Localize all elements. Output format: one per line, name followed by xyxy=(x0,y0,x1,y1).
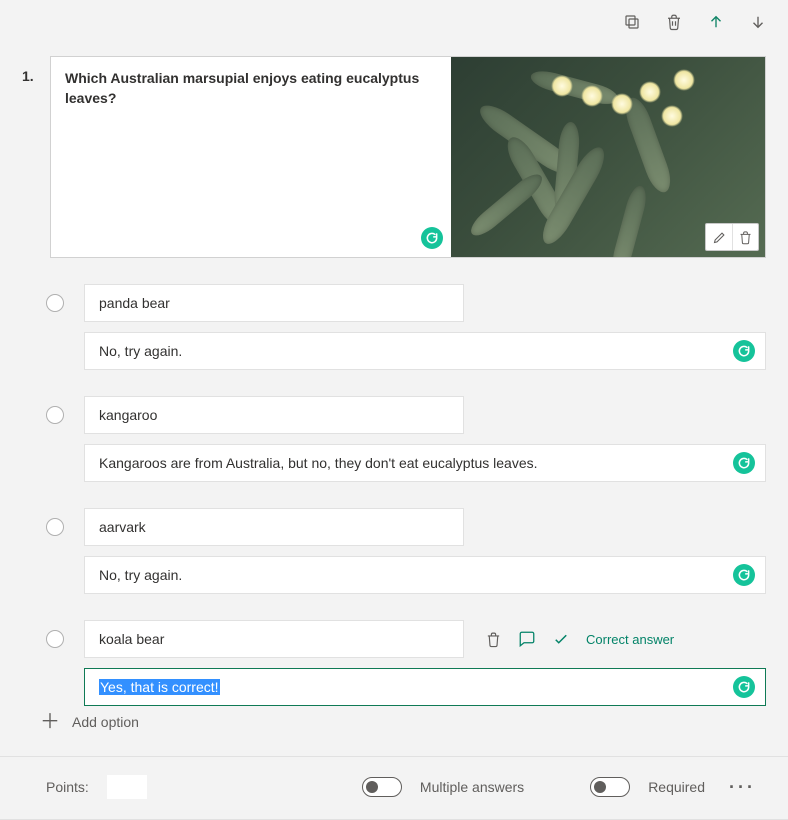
selected-feedback-text: Yes, that is correct! xyxy=(99,679,220,695)
required-toggle[interactable] xyxy=(590,777,630,797)
points-label: Points: xyxy=(46,779,89,795)
question-footer: Points: Multiple answers Required ··· xyxy=(0,756,788,799)
grammarly-icon[interactable] xyxy=(733,564,755,586)
question-image[interactable] xyxy=(451,57,765,257)
question-text: Which Australian marsupial enjoys eating… xyxy=(65,70,419,106)
image-actions xyxy=(705,223,759,251)
multiple-answers-toggle[interactable] xyxy=(362,777,402,797)
grammarly-icon[interactable] xyxy=(733,676,755,698)
option-extras: Correct answer xyxy=(484,630,674,648)
option-radio[interactable] xyxy=(46,294,64,312)
question-row: 1. Which Australian marsupial enjoys eat… xyxy=(22,56,766,258)
option-answer-input[interactable]: aarvark xyxy=(84,508,464,546)
feedback-text: No, try again. xyxy=(99,567,182,583)
question-text-input[interactable]: Which Australian marsupial enjoys eating… xyxy=(51,57,451,257)
question-editor-card: 1. Which Australian marsupial enjoys eat… xyxy=(0,0,788,820)
delete-image-icon[interactable] xyxy=(732,224,758,250)
more-options-icon[interactable]: ··· xyxy=(723,777,762,798)
question-pair: Which Australian marsupial enjoys eating… xyxy=(50,56,766,258)
option-block: aarvark No, try again. xyxy=(46,508,766,594)
correct-answer-label: Correct answer xyxy=(586,632,674,647)
add-option-button[interactable]: ＋ Add option xyxy=(40,712,139,732)
grammarly-icon[interactable] xyxy=(733,452,755,474)
option-answer-input[interactable]: panda bear xyxy=(84,284,464,322)
option-block: kangaroo Kangaroos are from Australia, bu… xyxy=(46,396,766,482)
option-answer-input[interactable]: kangaroo xyxy=(84,396,464,434)
option-feedback-input[interactable]: No, try again. xyxy=(84,332,766,370)
option-line: koala bear Correct answer xyxy=(46,620,766,658)
edit-image-icon[interactable] xyxy=(706,224,732,250)
option-feedback-input[interactable]: Kangaroos are from Australia, but no, th… xyxy=(84,444,766,482)
option-line: kangaroo xyxy=(46,396,766,434)
question-toolbar xyxy=(622,12,768,32)
delete-option-icon[interactable] xyxy=(484,630,502,648)
correct-check-icon[interactable] xyxy=(552,630,570,648)
option-line: panda bear xyxy=(46,284,766,322)
required-label: Required xyxy=(648,779,705,795)
trash-icon[interactable] xyxy=(664,12,684,32)
add-option-label: Add option xyxy=(72,714,139,730)
options-list: panda bear No, try again. kangaroo Kangaroo… xyxy=(46,284,766,732)
option-radio[interactable] xyxy=(46,518,64,536)
option-radio[interactable] xyxy=(46,406,64,424)
feedback-text: No, try again. xyxy=(99,343,182,359)
question-number: 1. xyxy=(22,56,38,258)
feedback-text: Kangaroos are from Australia, but no, th… xyxy=(99,455,538,471)
feedback-icon[interactable] xyxy=(518,630,536,648)
move-up-icon[interactable] xyxy=(706,12,726,32)
multiple-answers-label: Multiple answers xyxy=(420,779,524,795)
option-answer-input[interactable]: koala bear xyxy=(84,620,464,658)
option-feedback-input[interactable]: Yes, that is correct! xyxy=(84,668,766,706)
points-input[interactable] xyxy=(107,775,147,799)
option-block: koala bear Correct answer Yes, that is cor… xyxy=(46,620,766,706)
option-line: aarvark xyxy=(46,508,766,546)
option-radio[interactable] xyxy=(46,630,64,648)
option-block: panda bear No, try again. xyxy=(46,284,766,370)
grammarly-icon[interactable] xyxy=(733,340,755,362)
copy-icon[interactable] xyxy=(622,12,642,32)
option-feedback-input[interactable]: No, try again. xyxy=(84,556,766,594)
grammarly-icon[interactable] xyxy=(421,227,443,249)
move-down-icon[interactable] xyxy=(748,12,768,32)
plus-icon: ＋ xyxy=(40,712,60,732)
